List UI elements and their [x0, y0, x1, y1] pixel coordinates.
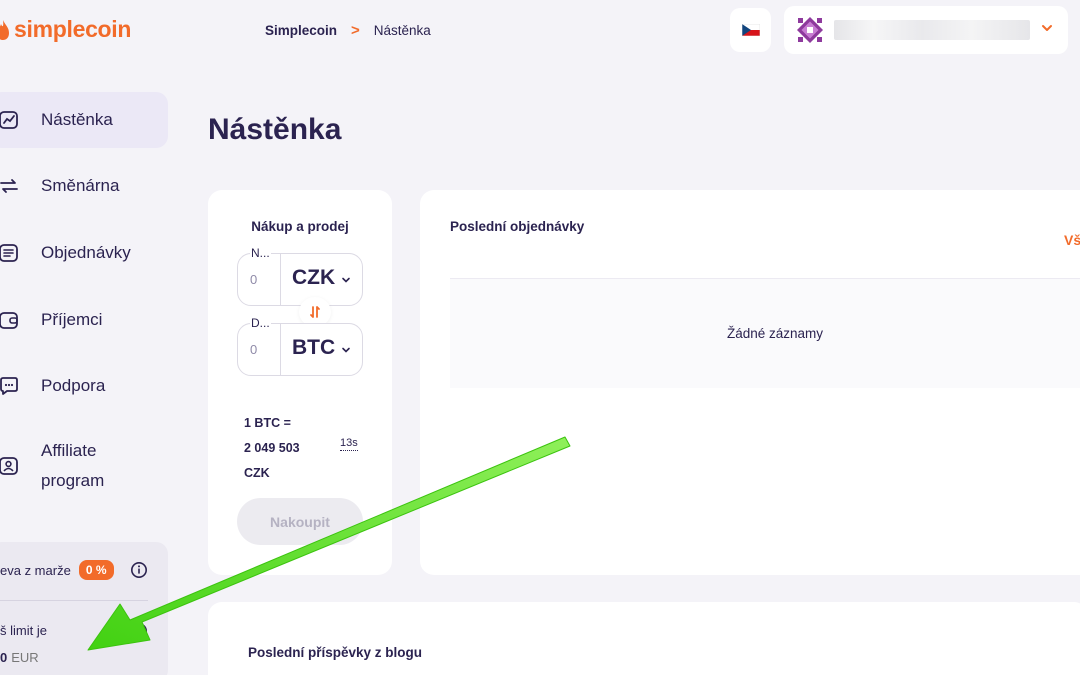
chart-line-icon: [0, 111, 18, 129]
flame-logo-icon: [0, 19, 9, 40]
buy-button[interactable]: Nakoupit: [237, 498, 363, 545]
info-icon[interactable]: [130, 622, 148, 640]
sidebar-item-exchange[interactable]: Směnárna: [0, 158, 168, 214]
recent-orders-title: Poslední objednávky: [450, 219, 585, 234]
sidebar-item-label: Objednávky: [41, 243, 131, 262]
simplecoin-logo[interactable]: simplecoin: [0, 16, 131, 43]
divider: [280, 324, 281, 375]
breadcrumb-current: Nástěnka: [373, 23, 431, 38]
user-name-redacted: [834, 20, 1030, 40]
brand-name: simplecoin: [14, 16, 132, 42]
breadcrumb-root[interactable]: Simplecoin: [265, 23, 337, 38]
buy-sell-card: Nákup a prodej N... 0 CZK D... 0 BTC 1 B…: [208, 190, 392, 575]
divider: [280, 254, 281, 305]
exchange-rate: 1 BTC = 2 049 503 CZK: [244, 416, 300, 480]
breadcrumb-separator: >: [351, 22, 360, 39]
breadcrumb: Simplecoin > Nástěnka: [265, 22, 431, 39]
from-amount-field[interactable]: N... 0 CZK: [237, 246, 363, 306]
language-switcher[interactable]: [730, 8, 771, 52]
blog-posts-title: Poslední příspěvky z blogu: [248, 645, 423, 660]
sidebar-item-affiliate[interactable]: Affiliate program: [0, 434, 168, 498]
recent-blog-posts-card: Poslední příspěvky z blogu: [208, 602, 1080, 675]
sidebar-item-label: Podpora: [41, 376, 106, 395]
sidebar-item-label: Směnárna: [41, 176, 120, 195]
chevron-down-icon[interactable]: [340, 344, 352, 356]
wallet-icon: [0, 312, 18, 329]
rate-refresh-timer: 13s: [340, 437, 358, 451]
from-field-label: N...: [250, 246, 271, 260]
sidebar-item-label: Nástěnka: [41, 110, 113, 129]
page-title: Nástěnka: [208, 113, 342, 146]
user-menu[interactable]: [784, 6, 1068, 54]
list-document-icon: [0, 244, 18, 262]
buy-sell-title: Nákup a prodej: [251, 219, 349, 234]
limit-value: 0 EUR: [0, 650, 39, 665]
avatar: [796, 16, 824, 44]
chevron-down-icon[interactable]: [1040, 21, 1054, 35]
orders-empty-state: Žádné záznamy: [450, 278, 1080, 388]
from-amount-input[interactable]: 0: [250, 272, 257, 287]
info-icon[interactable]: [130, 561, 148, 579]
limit-label: š limit je: [0, 623, 47, 638]
discount-row: eva z marže 0 %: [0, 560, 114, 580]
to-field-label: D...: [250, 316, 271, 330]
sidebar-item-orders[interactable]: Objednávky: [0, 225, 168, 281]
sidebar-limits-card: eva z marže 0 % š limit je 0 EUR: [0, 542, 168, 675]
chat-bubble-icon: [0, 377, 18, 395]
sidebar-item-label: Affiliate program: [41, 441, 105, 490]
sidebar-item-label: Příjemci: [41, 310, 103, 329]
to-currency-select[interactable]: BTC: [292, 336, 335, 360]
view-all-orders-link[interactable]: Vš: [1064, 232, 1080, 248]
discount-badge: 0 %: [78, 560, 114, 580]
chevron-down-icon[interactable]: [340, 274, 352, 286]
discount-label: eva z marže: [0, 562, 71, 578]
sidebar-item-recipients[interactable]: Příjemci: [0, 292, 168, 348]
exchange-arrows-icon: [0, 179, 18, 193]
divider: [0, 600, 148, 601]
recent-orders-card: Poslední objednávky Vš Žádné záznamy: [420, 190, 1080, 575]
sidebar-item-dashboard[interactable]: Nástěnka: [0, 92, 168, 148]
sidebar-item-support[interactable]: Podpora: [0, 358, 168, 414]
id-card-icon: [0, 457, 18, 475]
cz-flag-icon: [741, 24, 760, 36]
from-currency-select[interactable]: CZK: [292, 266, 335, 290]
to-amount-field[interactable]: D... 0 BTC: [237, 316, 363, 376]
to-amount-input[interactable]: 0: [250, 342, 257, 357]
empty-state-text: Žádné záznamy: [726, 326, 824, 341]
swap-arrows-icon: [310, 306, 320, 318]
